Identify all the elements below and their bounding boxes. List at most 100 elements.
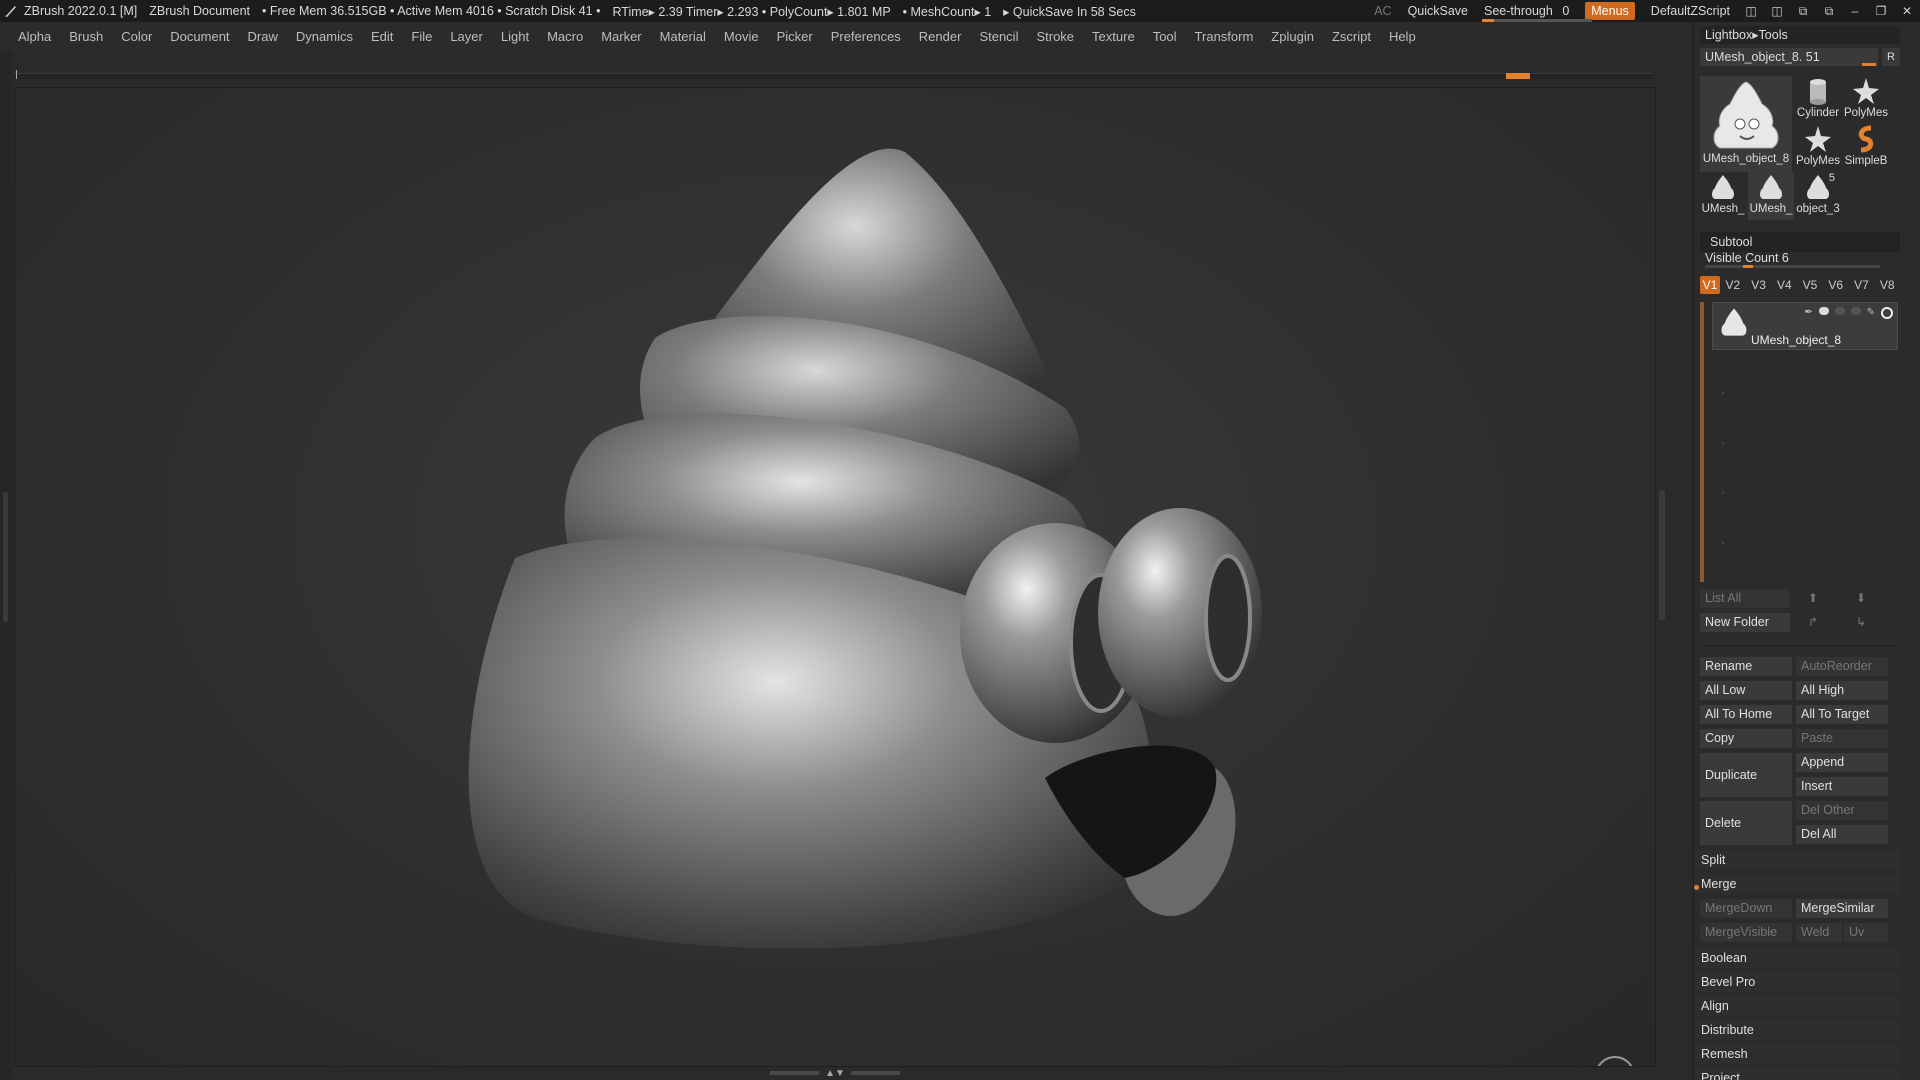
all-to-target-button[interactable]: All To Target [1796,705,1888,724]
seethrough-slider[interactable]: See-through 0 [1476,4,1593,22]
subtool-item[interactable]: ✒ ✎ UMesh_object_8 [1712,302,1898,350]
menu-stroke[interactable]: Stroke [1027,29,1083,44]
menu-help[interactable]: Help [1380,29,1425,44]
current-tool-slider[interactable] [1862,63,1876,66]
duplicate-button[interactable]: Duplicate [1700,753,1792,797]
boolean-section-button[interactable]: Boolean [1694,949,1900,968]
menu-alpha[interactable]: Alpha [0,29,60,44]
tab-v2[interactable]: V2 [1720,276,1746,294]
tool-thumb-umesh-a[interactable]: UMesh_ [1700,172,1746,220]
layout-icon-2[interactable]: ◫ [1764,4,1790,18]
document-canvas[interactable] [14,87,1656,1067]
polypaint-toggle-icon[interactable] [1818,307,1829,315]
menu-transform[interactable]: Transform [1186,29,1263,44]
tab-v1[interactable]: V1 [1700,276,1720,294]
menu-texture[interactable]: Texture [1083,29,1144,44]
menu-color[interactable]: Color [112,29,161,44]
tab-v3[interactable]: V3 [1746,276,1772,294]
menu-draw[interactable]: Draw [239,29,287,44]
tab-v4[interactable]: V4 [1771,276,1797,294]
distribute-section-button[interactable]: Distribute [1694,1021,1900,1040]
delete-button[interactable]: Delete [1700,801,1792,845]
menu-render[interactable]: Render [910,29,971,44]
menu-edit[interactable]: Edit [362,29,402,44]
menu-tool[interactable]: Tool [1144,29,1186,44]
uv-button[interactable]: Uv [1844,923,1888,942]
layout-icon-1[interactable]: ◫ [1738,4,1764,18]
all-low-button[interactable]: All Low [1700,681,1792,700]
project-section-button[interactable]: Project [1694,1069,1900,1080]
tab-v8[interactable]: V8 [1874,276,1900,294]
menu-zscript[interactable]: Zscript [1323,29,1380,44]
merge-section-button[interactable]: Merge [1694,875,1900,894]
light-toggle-icon[interactable] [1834,307,1845,315]
brush-toggle-icon[interactable]: ✒ [1804,307,1812,319]
edit-toggle-icon[interactable]: ✎ [1867,307,1875,319]
menu-layer[interactable]: Layer [441,29,492,44]
visible-count-slider[interactable]: Visible Count 6 [1700,251,1900,268]
layout-icon-3[interactable]: ⧉ [1790,4,1816,19]
tool-thumb-umesh-b[interactable]: UMesh_ [1748,172,1794,220]
lightbox-tools-button[interactable]: Lightbox▸Tools [1700,26,1900,44]
current-tool-name[interactable]: UMesh_object_8. 51 [1700,48,1878,66]
subtool-list-scrollbar[interactable] [1700,302,1704,582]
paste-button[interactable]: Paste [1796,729,1888,748]
mergevisible-button[interactable]: MergeVisible [1700,923,1792,942]
move-down-icon[interactable]: ⬇ [1842,589,1880,608]
menu-marker[interactable]: Marker [592,29,650,44]
autoreorder-button[interactable]: AutoReorder [1796,657,1888,676]
bevel-pro-section-button[interactable]: Bevel Pro [1694,973,1900,992]
timeline-bar[interactable] [14,70,1654,79]
menu-document[interactable]: Document [161,29,238,44]
timeline-marker[interactable] [1506,73,1530,79]
menu-preferences[interactable]: Preferences [822,29,910,44]
new-folder-button[interactable]: New Folder [1700,613,1790,632]
menu-stencil[interactable]: Stencil [970,29,1027,44]
copy-button[interactable]: Copy [1700,729,1792,748]
append-button[interactable]: Append [1796,753,1888,772]
mergesimilar-button[interactable]: MergeSimilar [1796,899,1888,918]
split-section-button[interactable]: Split [1694,851,1900,870]
visibility-eye-icon[interactable] [1881,307,1893,319]
close-icon[interactable]: ✕ [1894,4,1920,18]
menus-button[interactable]: Menus [1585,2,1635,20]
tool-thumb-object-3[interactable]: 5 object_3 [1795,172,1841,220]
subtool-section-title[interactable]: Subtool [1700,232,1900,252]
menu-picker[interactable]: Picker [768,29,822,44]
all-to-home-button[interactable]: All To Home [1700,705,1792,724]
list-all-button[interactable]: List All [1700,589,1790,608]
del-other-button[interactable]: Del Other [1796,801,1888,820]
default-zscript-button[interactable]: DefaultZScript [1643,4,1738,18]
menu-light[interactable]: Light [492,29,538,44]
tool-thumb-simplebrush[interactable]: SimpleB [1843,124,1889,172]
tab-v7[interactable]: V7 [1849,276,1875,294]
layout-icon-4[interactable]: ⧉ [1816,4,1842,19]
menu-brush[interactable]: Brush [60,29,112,44]
minimize-icon[interactable]: – [1842,4,1868,18]
remesh-section-button[interactable]: Remesh [1694,1045,1900,1064]
menu-zplugin[interactable]: Zplugin [1262,29,1323,44]
menu-dynamics[interactable]: Dynamics [287,29,362,44]
tab-v5[interactable]: V5 [1797,276,1823,294]
move-into-folder-icon[interactable]: ↱ [1794,613,1832,632]
right-tray-grip[interactable] [1659,490,1665,620]
menu-material[interactable]: Material [651,29,715,44]
quicksave-button[interactable]: QuickSave [1400,4,1476,18]
restore-icon[interactable]: ❐ [1868,4,1894,18]
del-all-button[interactable]: Del All [1796,825,1888,844]
insert-button[interactable]: Insert [1796,777,1888,796]
menu-file[interactable]: File [402,29,441,44]
menu-movie[interactable]: Movie [715,29,768,44]
align-section-button[interactable]: Align [1694,997,1900,1016]
move-up-icon[interactable]: ⬆ [1794,589,1832,608]
r-button[interactable]: R [1882,48,1900,66]
weld-button[interactable]: Weld [1796,923,1842,942]
mergedown-button[interactable]: MergeDown [1700,899,1792,918]
move-out-folder-icon[interactable]: ↳ [1842,613,1880,632]
tool-thumb-umesh-object-8[interactable]: UMesh_object_8 [1700,76,1792,172]
tool-thumb-polymesh-star-2[interactable]: PolyMes [1795,124,1841,172]
bottom-tray-grip[interactable]: ▲▼ [770,1068,900,1079]
left-tray-grip[interactable] [3,492,8,622]
tool-thumb-cylinder[interactable]: Cylinder [1795,76,1841,124]
menu-macro[interactable]: Macro [538,29,592,44]
